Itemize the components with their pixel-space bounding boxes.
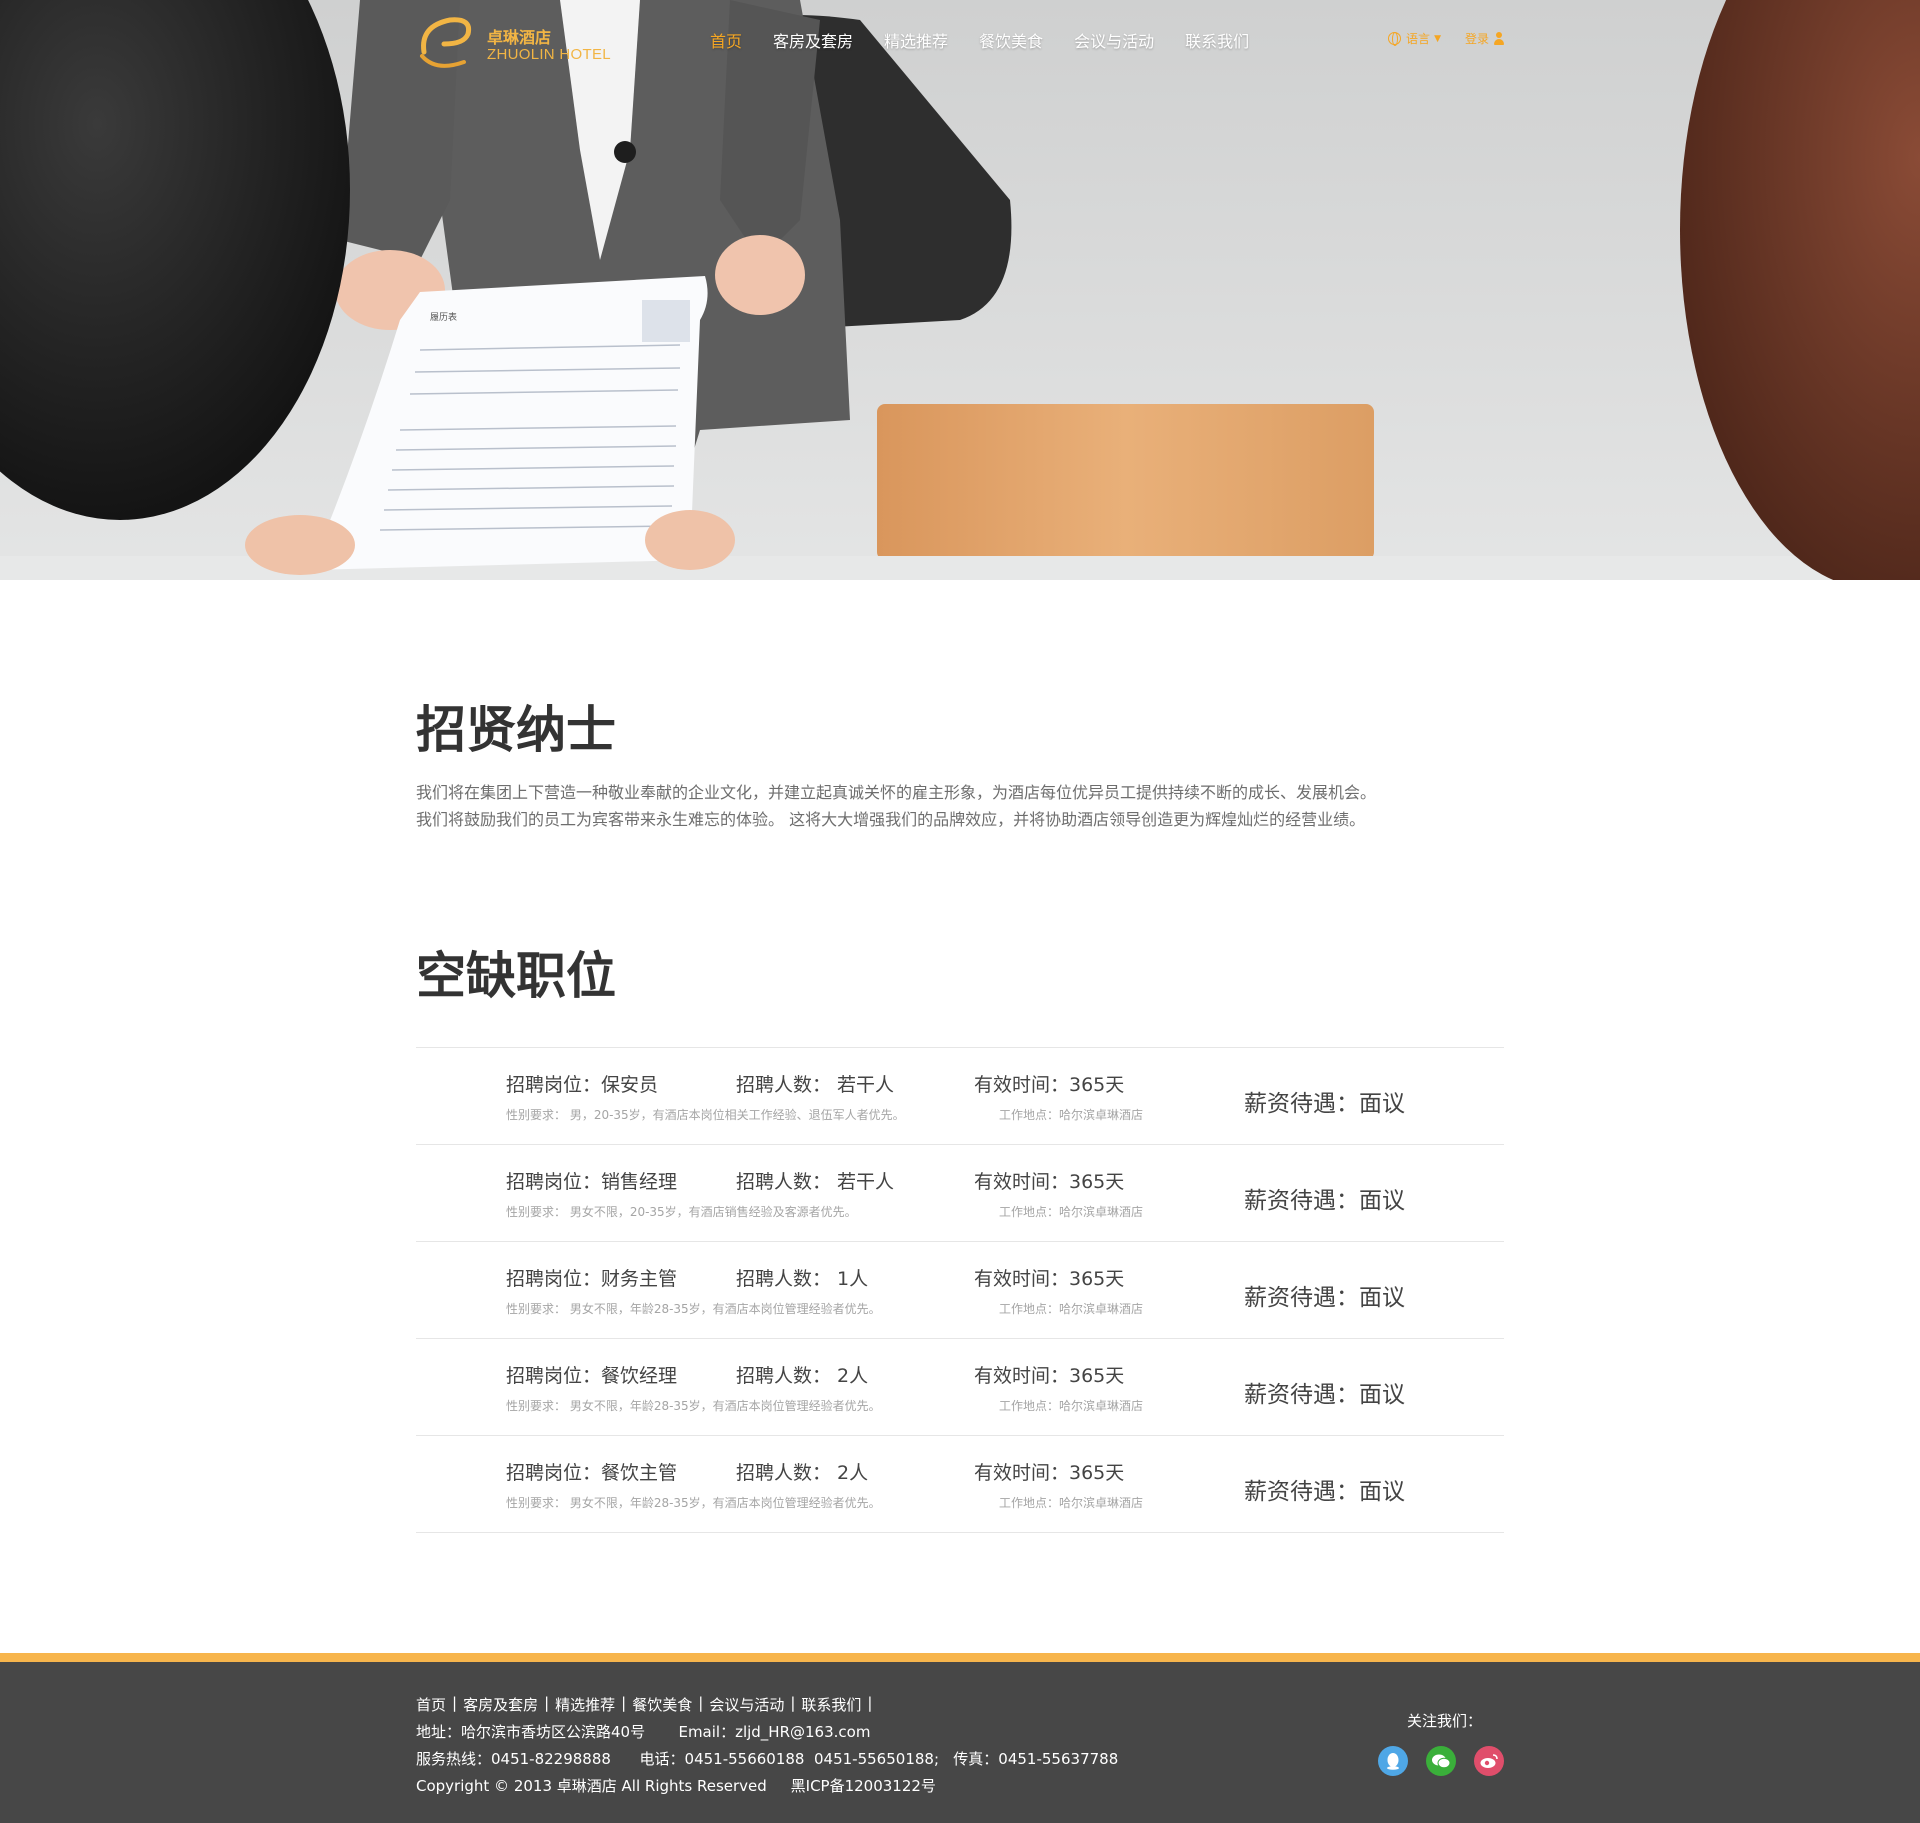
vacancy-row: 招聘岗位：餐饮经理 招聘人数： 2人 有效时间：365天 性别要求： 男女不限，…: [416, 1339, 1504, 1436]
job-requirement: 性别要求： 男女不限，20-35岁，有酒店销售经验及客源者优先。: [506, 1205, 857, 1219]
job-salary: 薪资待遇：面议: [1244, 1188, 1405, 1214]
social-links: [1360, 1746, 1504, 1776]
job-valid-time: 有效时间：365天: [974, 1365, 1125, 1387]
footer-inner: 首页 | 客房及套房 | 精选推荐 | 餐饮美食 | 会议与活动 | 联系我们 …: [416, 1662, 1504, 1823]
vacancies-title: 空缺职位: [416, 946, 616, 1005]
login-link[interactable]: 登录: [1465, 30, 1504, 47]
recruit-intro: 我们将在集团上下营造一种敬业奉献的企业文化，并建立起真诚关怀的雇主形象，为酒店每…: [416, 779, 1516, 833]
language-selector[interactable]: 语言 ▼: [1388, 30, 1441, 47]
main-nav: 首页 客房及套房 精选推荐 餐饮美食 会议与活动 联系我们: [710, 28, 1280, 52]
follow-us-label: 关注我们：: [1406, 1712, 1482, 1730]
wechat-icon[interactable]: [1426, 1746, 1456, 1776]
job-salary: 薪资待遇：面议: [1244, 1382, 1405, 1408]
job-position: 招聘岗位：财务主管: [506, 1268, 678, 1290]
vacancy-row: 招聘岗位：财务主管 招聘人数： 1人 有效时间：365天 性别要求： 男女不限，…: [416, 1242, 1504, 1339]
weibo-icon[interactable]: [1474, 1746, 1504, 1776]
nav-item-rooms[interactable]: 客房及套房: [773, 28, 853, 52]
language-label: 语言: [1406, 32, 1431, 46]
vacancy-row: 招聘岗位：保安员 招聘人数： 若干人 有效时间：365天 性别要求： 男，20-…: [416, 1048, 1504, 1145]
job-location: 工作地点：哈尔滨卓琳酒店: [999, 1496, 1144, 1510]
footer-hotline: 服务热线：0451-82298888 电话：0451-55660188 0451…: [416, 1750, 1119, 1768]
resume-title: 履历表: [430, 311, 457, 323]
job-position: 招聘岗位：销售经理: [506, 1171, 678, 1193]
job-requirement: 性别要求： 男，20-35岁，有酒店本岗位相关工作经验、退伍军人者优先。: [506, 1108, 905, 1122]
job-location: 工作地点：哈尔滨卓琳酒店: [999, 1205, 1144, 1219]
vacancy-list: 招聘岗位：保安员 招聘人数： 若干人 有效时间：365天 性别要求： 男，20-…: [416, 1047, 1504, 1533]
job-valid-time: 有效时间：365天: [974, 1171, 1125, 1193]
site-footer: 首页 | 客房及套房 | 精选推荐 | 餐饮美食 | 会议与活动 | 联系我们 …: [0, 1653, 1920, 1823]
job-count: 招聘人数： 2人: [736, 1365, 869, 1387]
intro-line: 我们将鼓励我们的员工为宾客带来永生难忘的体验。 这将大大增强我们的品牌效应，并将…: [416, 810, 1366, 829]
intro-line: 我们将在集团上下营造一种敬业奉献的企业文化，并建立起真诚关怀的雇主形象，为酒店每…: [416, 783, 1377, 802]
nav-item-contact[interactable]: 联系我们: [1185, 28, 1249, 52]
job-requirement: 性别要求： 男女不限，年龄28-35岁，有酒店本岗位管理经验者优先。: [506, 1302, 881, 1316]
footer-link-dining[interactable]: 餐饮美食: [632, 1694, 692, 1715]
nav-item-home[interactable]: 首页: [710, 28, 742, 52]
footer-separator: |: [452, 1694, 458, 1712]
job-position: 招聘岗位：餐饮经理: [506, 1365, 678, 1387]
footer-link-home[interactable]: 首页: [416, 1694, 446, 1715]
footer-separator: |: [790, 1694, 796, 1712]
footer-separator: |: [544, 1694, 550, 1712]
job-salary: 薪资待遇：面议: [1244, 1285, 1405, 1311]
job-valid-time: 有效时间：365天: [974, 1462, 1125, 1484]
nav-item-featured[interactable]: 精选推荐: [884, 28, 948, 52]
job-position: 招聘岗位：餐饮主管: [506, 1462, 678, 1484]
footer-separator: |: [867, 1694, 873, 1712]
hotel-logo[interactable]: 卓琳酒店 ZHUOLIN HOTEL: [416, 8, 636, 72]
footer-link-meetings[interactable]: 会议与活动: [709, 1694, 784, 1715]
utility-links: 语言 ▼ 登录: [1388, 30, 1504, 47]
qq-icon[interactable]: [1378, 1746, 1408, 1776]
job-count: 招聘人数： 若干人: [736, 1171, 895, 1193]
vacancy-row: 招聘岗位：销售经理 招聘人数： 若干人 有效时间：365天 性别要求： 男女不限…: [416, 1145, 1504, 1242]
footer-link-rooms[interactable]: 客房及套房: [463, 1694, 538, 1715]
job-salary: 薪资待遇：面议: [1244, 1479, 1405, 1505]
job-valid-time: 有效时间：365天: [974, 1268, 1125, 1290]
job-location: 工作地点：哈尔滨卓琳酒店: [999, 1108, 1144, 1122]
job-location: 工作地点：哈尔滨卓琳酒店: [999, 1399, 1144, 1413]
login-label: 登录: [1464, 32, 1489, 46]
hero-photo: 履历表: [0, 0, 1920, 580]
hero-banner: 履历表 卓琳酒店 ZHUOLIN HOTEL 首页 客房及套房 精选推荐 餐饮美…: [0, 0, 1920, 580]
chevron-down-icon: ▼: [1434, 33, 1441, 44]
job-requirement: 性别要求： 男女不限，年龄28-35岁，有酒店本岗位管理经验者优先。: [506, 1399, 881, 1413]
footer-separator: |: [621, 1694, 627, 1712]
footer-links: 首页 | 客房及套房 | 精选推荐 | 餐饮美食 | 会议与活动 | 联系我们 …: [416, 1694, 878, 1715]
job-count: 招聘人数： 1人: [736, 1268, 869, 1290]
top-navigation-bar: 卓琳酒店 ZHUOLIN HOTEL 首页 客房及套房 精选推荐 餐饮美食 会议…: [416, 0, 1504, 80]
globe-icon: [1388, 32, 1402, 46]
recruit-title: 招贤纳士: [416, 700, 616, 759]
nav-item-dining[interactable]: 餐饮美食: [979, 28, 1043, 52]
nav-item-meetings[interactable]: 会议与活动: [1074, 28, 1154, 52]
logo-name-cn: 卓琳酒店: [487, 28, 552, 47]
footer-separator: |: [698, 1694, 704, 1712]
job-count: 招聘人数： 若干人: [736, 1074, 895, 1096]
logo-name-en: ZHUOLIN HOTEL: [487, 46, 611, 63]
footer-address: 地址：哈尔滨市香坊区公滨路40号 Email：zljd_HR@163.com: [416, 1723, 871, 1741]
job-salary: 薪资待遇：面议: [1244, 1091, 1405, 1117]
vacancy-row: 招聘岗位：餐饮主管 招聘人数： 2人 有效时间：365天 性别要求： 男女不限，…: [416, 1436, 1504, 1533]
footer-copyright: Copyright © 2013 卓琳酒店 All Rights Reserve…: [416, 1777, 936, 1795]
job-position: 招聘岗位：保安员: [506, 1074, 659, 1096]
job-location: 工作地点：哈尔滨卓琳酒店: [999, 1302, 1144, 1316]
logo-swirl-icon: [420, 17, 472, 68]
job-requirement: 性别要求： 男女不限，年龄28-35岁，有酒店本岗位管理经验者优先。: [506, 1496, 881, 1510]
job-count: 招聘人数： 2人: [736, 1462, 869, 1484]
footer-link-contact[interactable]: 联系我们: [801, 1694, 861, 1715]
user-icon: [1494, 32, 1504, 45]
job-valid-time: 有效时间：365天: [974, 1074, 1125, 1096]
footer-link-featured[interactable]: 精选推荐: [555, 1694, 615, 1715]
